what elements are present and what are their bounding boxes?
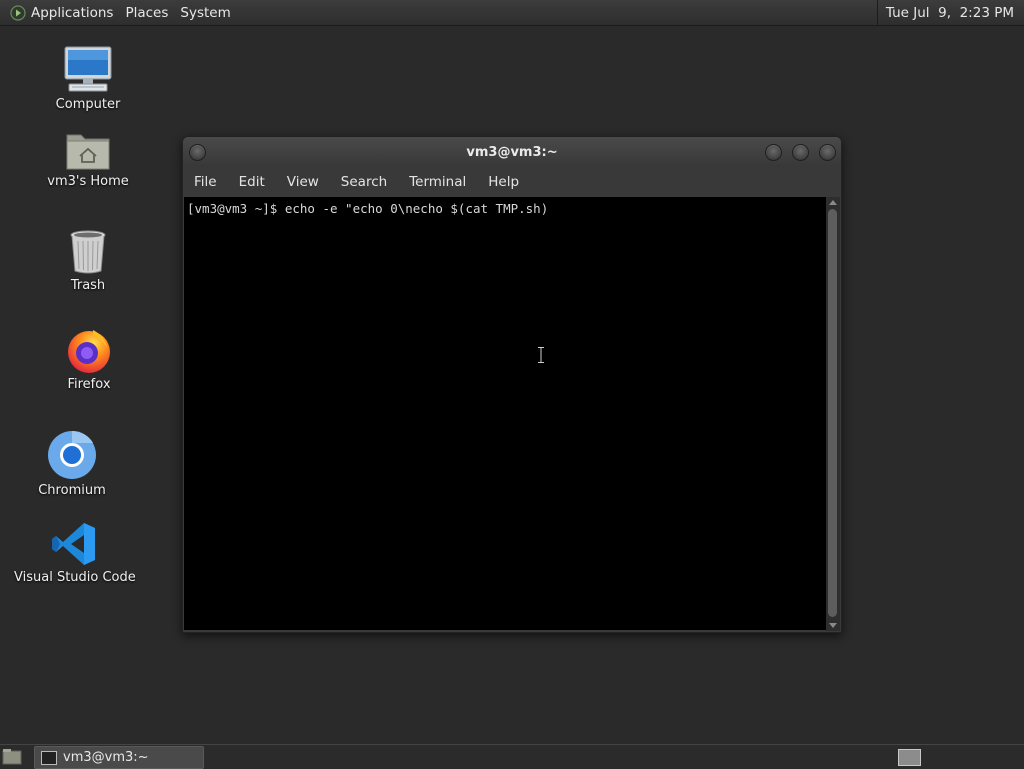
clock[interactable]: Tue Jul 9, 2:23 PM bbox=[876, 0, 1024, 25]
window-menu-button[interactable] bbox=[189, 144, 206, 161]
desktop-icon-computer[interactable]: Computer bbox=[48, 46, 128, 112]
terminal-line: [vm3@vm3 ~]$ echo -e "echo 0\necho $(cat… bbox=[187, 201, 549, 216]
firefox-icon bbox=[68, 330, 110, 373]
terminal-window[interactable]: vm3@vm3:~ File Edit View Search Terminal… bbox=[182, 136, 842, 633]
maximize-button[interactable] bbox=[792, 144, 809, 161]
scroll-thumb[interactable] bbox=[828, 209, 837, 617]
window-titlebar[interactable]: vm3@vm3:~ bbox=[183, 137, 841, 167]
desktop-icon-label: vm3's Home bbox=[47, 174, 129, 189]
desktop-icon-trash[interactable]: Trash bbox=[48, 229, 128, 293]
menu-help[interactable]: Help bbox=[477, 174, 530, 190]
menu-file[interactable]: File bbox=[183, 174, 228, 190]
places-menu[interactable]: Places bbox=[119, 0, 174, 25]
desktop-icon-firefox[interactable]: Firefox bbox=[49, 326, 129, 392]
applications-logo-icon bbox=[10, 4, 26, 21]
menu-search[interactable]: Search bbox=[330, 174, 398, 190]
terminal-scrollbar[interactable] bbox=[826, 197, 840, 631]
desktop-icon-label: Firefox bbox=[67, 377, 111, 392]
places-menu-label: Places bbox=[125, 4, 169, 21]
vscode-icon bbox=[52, 523, 95, 565]
home-folder-icon bbox=[66, 134, 110, 170]
terminal-output[interactable]: [vm3@vm3 ~]$ echo -e "echo 0\necho $(cat… bbox=[184, 197, 826, 630]
applications-menu[interactable]: Applications bbox=[0, 0, 119, 25]
clock-text: Tue Jul 9, 2:23 PM bbox=[885, 4, 1014, 21]
applications-menu-label: Applications bbox=[31, 4, 114, 21]
system-menu-label: System bbox=[180, 4, 231, 21]
workspace-switcher[interactable] bbox=[898, 749, 921, 766]
trash-icon bbox=[70, 230, 106, 274]
system-menu[interactable]: System bbox=[174, 0, 236, 25]
desktop-icon-vscode[interactable]: Visual Studio Code bbox=[14, 521, 136, 585]
chromium-icon bbox=[48, 430, 96, 479]
bottom-panel: vm3@vm3:~ bbox=[0, 744, 1024, 769]
terminal-icon bbox=[41, 750, 57, 765]
minimize-button[interactable] bbox=[765, 144, 782, 161]
scroll-up-arrow-icon[interactable] bbox=[829, 200, 837, 205]
text-cursor-icon bbox=[538, 347, 544, 363]
taskbar-item-label: vm3@vm3:~ bbox=[63, 750, 149, 765]
desktop-icon-label: Computer bbox=[55, 97, 121, 112]
top-panel: Applications Places System Tue Jul 9, 2:… bbox=[0, 0, 1024, 26]
show-desktop-icon[interactable] bbox=[2, 748, 22, 766]
scroll-down-arrow-icon[interactable] bbox=[829, 623, 837, 628]
menu-view[interactable]: View bbox=[276, 174, 330, 190]
taskbar-item-terminal[interactable]: vm3@vm3:~ bbox=[34, 746, 204, 769]
menu-edit[interactable]: Edit bbox=[228, 174, 276, 190]
menu-terminal[interactable]: Terminal bbox=[398, 174, 477, 190]
computer-icon bbox=[64, 46, 112, 92]
desktop-icon-label: Chromium bbox=[38, 483, 106, 498]
desktop-icon-label: Trash bbox=[70, 278, 106, 293]
window-title: vm3@vm3:~ bbox=[466, 144, 558, 160]
desktop-icon-home[interactable]: vm3's Home bbox=[38, 129, 138, 189]
close-button[interactable] bbox=[819, 144, 836, 161]
terminal-menubar: File Edit View Search Terminal Help bbox=[183, 167, 841, 197]
desktop-icon-chromium[interactable]: Chromium bbox=[32, 430, 112, 498]
desktop-icon-label: Visual Studio Code bbox=[14, 570, 136, 585]
